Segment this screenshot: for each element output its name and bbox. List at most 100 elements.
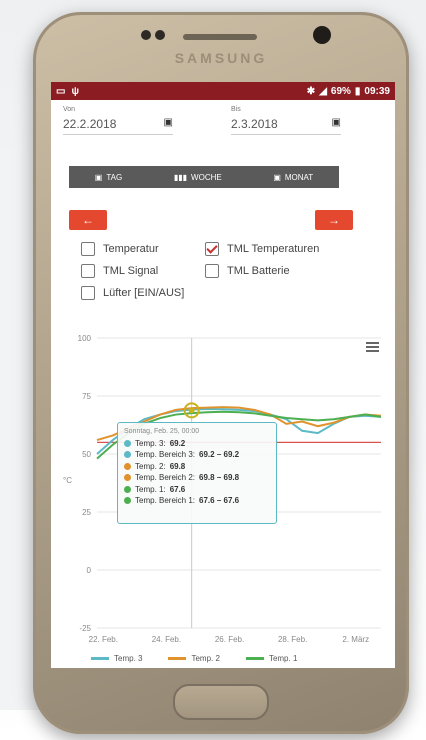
week-bars-icon: ▮▮▮	[173, 172, 188, 182]
tooltip-row: Temp. Bereich 2: 69.8 – 69.8	[124, 472, 270, 484]
legend-label: Temp. 3	[114, 654, 143, 663]
speaker-grille	[183, 34, 257, 40]
from-date[interactable]: Von 22.2.2018 ▣	[63, 106, 173, 135]
checkbox[interactable]	[205, 264, 219, 278]
option-label: TML Temperaturen	[227, 243, 320, 255]
app-screen: ▭ ψ ✱ ◢ 69% ▮ 09:39 Von 22.2.2018 ▣ Bis …	[51, 82, 395, 668]
tooltip-value: 67.6	[169, 484, 186, 494]
menu-icon[interactable]	[366, 340, 379, 354]
legend-label: Temp. 2	[191, 654, 220, 663]
temperature-chart: 100 75 50 25 0 -25 °C 22. Feb. 24. Feb. 26. Feb. 2…	[51, 322, 395, 668]
highlight-marker	[188, 407, 195, 414]
tooltip-value: 67.6 – 67.6	[199, 496, 240, 505]
period-month-button[interactable]: ▣ MONAT	[273, 173, 313, 182]
tooltip-row: Temp. Bereich 1: 67.6 – 67.6	[124, 495, 270, 507]
y-axis-label: °C	[63, 476, 72, 485]
calendar-icon[interactable]: ▣	[332, 117, 341, 131]
calendar-icon[interactable]: ▣	[164, 117, 173, 131]
option-label: TML Signal	[103, 265, 159, 277]
option-temperatur[interactable]: Temperatur	[81, 242, 159, 256]
period-week-button[interactable]: ▮▮▮ WOCHE	[174, 173, 222, 182]
battery-icon: ▮	[354, 85, 361, 97]
legend-label: Temp. 1	[268, 654, 298, 663]
y-tick-label: 0	[87, 566, 92, 575]
period-day-button[interactable]: ▣ TAG	[95, 173, 122, 182]
x-tick-label: 28. Feb.	[278, 635, 307, 644]
x-tick-label: 26. Feb.	[215, 635, 244, 644]
date-range: Von 22.2.2018 ▣ Bis 2.3.2018 ▣	[51, 100, 395, 156]
from-date-value: 22.2.2018	[63, 117, 117, 131]
option-label: Temperatur	[103, 243, 159, 255]
tooltip-label: Temp. Bereich 1:	[135, 496, 196, 505]
tooltip-label: Temp. 3:	[135, 438, 166, 448]
y-tick-label: 25	[82, 508, 91, 517]
from-date-label: Von	[63, 106, 76, 113]
tooltip-header: Sonntag, Feb. 25, 00:00	[124, 428, 200, 435]
sensor-dot	[141, 30, 151, 40]
period-day-label: TAG	[106, 172, 123, 182]
chart-legend: Temp. 3 Temp. 2 Temp. 1	[91, 654, 297, 663]
tooltip-row: Temp. Bereich 3: 69.2 – 69.2	[124, 449, 270, 461]
checkbox[interactable]	[81, 286, 95, 300]
checkbox[interactable]	[81, 242, 95, 256]
option-tml-batterie[interactable]: TML Batterie	[205, 264, 290, 278]
period-week-label: WOCHE	[191, 172, 222, 182]
series-dot	[124, 474, 131, 482]
next-button[interactable]: →	[315, 210, 353, 230]
tooltip-label: Temp. 2:	[135, 461, 166, 471]
signal-icon: ◢	[319, 85, 327, 97]
chart-tooltip: Sonntag, Feb. 25, 00:00 Temp. 3: 69.2 Temp…	[117, 422, 277, 524]
tooltip-row: Temp. 2: 69.8	[124, 461, 270, 473]
home-button[interactable]	[173, 684, 269, 720]
tooltip-row: Temp. 3: 69.2	[124, 438, 270, 450]
legend-item[interactable]: Temp. 3	[91, 654, 142, 663]
clock: 09:39	[364, 85, 390, 97]
sensor-dot	[155, 30, 165, 40]
battery-percent: 69%	[330, 85, 351, 97]
tooltip-value: 69.8	[169, 461, 186, 471]
option-tml-temperaturen[interactable]: TML Temperaturen	[205, 242, 319, 256]
option-label: TML Batterie	[227, 265, 290, 277]
prev-button[interactable]: ←	[69, 210, 107, 230]
calendar-month-icon: ▣	[273, 172, 281, 182]
screen-mirror-icon: ▭	[56, 85, 66, 97]
series-dot	[124, 485, 131, 493]
usb-icon: ψ	[71, 85, 79, 97]
y-tick-label: -25	[79, 624, 91, 633]
period-selector: ▣ TAG ▮▮▮ WOCHE ▣ MONAT	[69, 166, 339, 188]
series-dot	[124, 451, 131, 459]
option-luefter[interactable]: Lüfter [EIN/AUS]	[81, 286, 184, 300]
option-label: Lüfter [EIN/AUS]	[103, 287, 185, 299]
y-tick-label: 50	[82, 450, 91, 459]
bluetooth-icon: ✱	[306, 85, 316, 97]
x-tick-label: 22. Feb.	[89, 635, 118, 644]
x-tick-label: 24. Feb.	[152, 635, 181, 644]
y-tick-label: 75	[82, 392, 91, 401]
y-tick-label: 100	[78, 334, 92, 343]
series-dot	[124, 439, 131, 447]
calendar-day-icon: ▣	[94, 172, 103, 182]
phone-brand: SAMSUNG	[174, 50, 268, 66]
period-month-label: MONAT	[284, 172, 314, 182]
checkbox[interactable]	[81, 264, 95, 278]
legend-swatch	[168, 657, 187, 660]
legend-item[interactable]: Temp. 1	[245, 654, 298, 663]
checkbox-checked[interactable]	[205, 242, 219, 256]
tooltip-label: Temp. Bereich 2:	[135, 473, 196, 482]
tooltip-value: 69.2	[169, 438, 186, 448]
to-date-value: 2.3.2018	[231, 117, 278, 131]
legend-item[interactable]: Temp. 2	[168, 654, 220, 663]
series-dot	[124, 497, 131, 505]
legend-swatch	[91, 657, 109, 660]
series-dot	[124, 462, 131, 470]
option-tml-signal[interactable]: TML Signal	[81, 264, 158, 278]
tooltip-row: Temp. 1: 67.6	[124, 484, 270, 496]
tooltip-label: Temp. Bereich 3:	[135, 450, 196, 459]
status-bar: ▭ ψ ✱ ◢ 69% ▮ 09:39	[51, 82, 395, 100]
tooltip-label: Temp. 1:	[135, 484, 166, 494]
front-camera	[313, 26, 331, 44]
to-date[interactable]: Bis 2.3.2018 ▣	[231, 106, 341, 135]
tooltip-value: 69.2 – 69.2	[199, 450, 240, 459]
x-tick-label: 2. März	[342, 635, 369, 644]
to-date-label: Bis	[231, 106, 241, 113]
